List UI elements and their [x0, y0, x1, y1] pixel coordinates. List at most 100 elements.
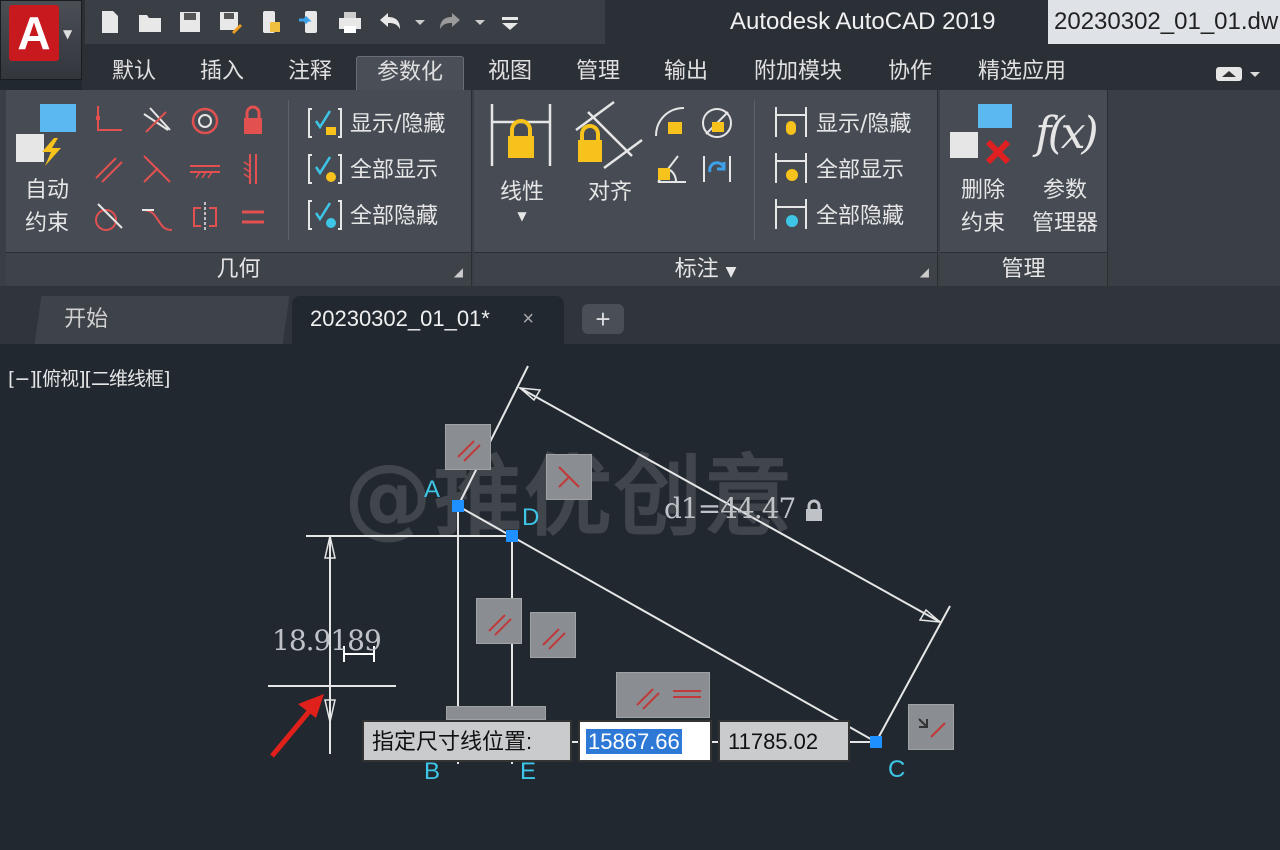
geometry-panel-title: 几何 ◢ — [6, 252, 471, 286]
tab-view[interactable]: 视图 — [472, 56, 548, 90]
tab-featured-apps[interactable]: 精选应用 — [960, 56, 1084, 90]
tab-collaborate[interactable]: 协作 — [872, 56, 948, 90]
close-icon[interactable]: × — [504, 296, 534, 342]
parallel-glyph[interactable] — [476, 598, 522, 644]
tab-parametric[interactable]: 参数化 — [356, 56, 464, 90]
tab-annotate[interactable]: 注释 — [270, 56, 350, 90]
grip-a — [452, 500, 464, 512]
collinear-constraint-icon[interactable] — [140, 104, 174, 138]
parallel-glyph[interactable] — [445, 424, 491, 470]
save-web-icon[interactable] — [293, 5, 327, 39]
tab-output[interactable]: 输出 — [646, 56, 726, 90]
app-title: Autodesk AutoCAD 2019 — [730, 8, 996, 35]
parallel-glyph[interactable] — [530, 612, 576, 658]
new-icon[interactable] — [93, 5, 127, 39]
file-title: 20230302_01_01.dw — [1048, 0, 1280, 44]
redo-dropdown-icon[interactable] — [473, 5, 487, 39]
save-as-icon[interactable] — [213, 5, 247, 39]
geometry-hide-all-button[interactable]: 全部隐藏 — [306, 194, 438, 234]
delete-constraints-icon — [948, 102, 1018, 170]
perpendicular-glyph[interactable] — [546, 454, 592, 500]
aligned-label: 对齐 — [587, 180, 632, 205]
ribbon-options-icon[interactable] — [1214, 64, 1270, 84]
drawing-geometry — [268, 365, 951, 764]
aligned-dimension-icon — [574, 100, 644, 170]
save-icon[interactable] — [173, 5, 207, 39]
plot-icon[interactable] — [333, 5, 367, 39]
customize-icon[interactable] — [493, 5, 527, 39]
open-web-icon[interactable] — [253, 5, 287, 39]
dialog-launcher-icon[interactable]: ◢ — [920, 255, 929, 289]
perpendicular-glyph[interactable] — [908, 704, 954, 750]
symmetric-constraint-icon[interactable] — [188, 200, 222, 234]
tab-drawing-file[interactable]: 20230302_01_01* × — [292, 296, 564, 344]
dimension-panel-title[interactable]: 标注 ▼ ◢ — [474, 252, 937, 286]
point-label-a: A — [424, 476, 441, 503]
convert-constraint-icon[interactable] — [700, 152, 734, 186]
angular-constraint-icon[interactable] — [654, 152, 688, 186]
panel-manage: 删除 约束 f(x) 参数 管理器 管理 — [940, 90, 1108, 286]
chevron-down-icon: ▼ — [63, 27, 73, 41]
aligned-dimension-button[interactable]: 对齐 — [572, 176, 648, 209]
parameters-manager-button[interactable]: 参数 管理器 — [1024, 174, 1106, 240]
tab-start[interactable]: 开始 — [34, 296, 290, 344]
tangent-constraint-icon[interactable] — [92, 200, 126, 234]
dimension-show-hide-button[interactable]: 显示/隐藏 — [772, 102, 911, 142]
linear-dimension-button[interactable]: 线性 ▼ — [486, 176, 558, 223]
tab-insert[interactable]: 插入 — [182, 56, 262, 90]
geometry-show-all-button[interactable]: 全部显示 — [306, 148, 438, 188]
document-tabs: 开始 20230302_01_01* × + — [0, 286, 1280, 344]
tab-manage[interactable]: 管理 — [558, 56, 638, 90]
point-label-c: C — [888, 756, 906, 783]
dimension-show-hide-label: 显示/隐藏 — [816, 112, 912, 137]
linear-label: 线性 — [499, 180, 544, 205]
param-label-2: 管理器 — [1031, 211, 1098, 236]
dynamic-input-value-2[interactable]: 11785.02 — [718, 720, 850, 762]
undo-dropdown-icon[interactable] — [413, 5, 427, 39]
smooth-constraint-icon[interactable] — [140, 200, 174, 234]
open-icon[interactable] — [133, 5, 167, 39]
point-label-b: B — [424, 758, 441, 785]
horizontal-constraint-icon[interactable] — [188, 152, 222, 186]
chevron-down-icon: ▼ — [725, 264, 737, 280]
value-1-text: 15867.66 — [586, 729, 682, 754]
delete-constraints-button[interactable]: 删除 约束 — [946, 174, 1020, 240]
show-all-dimension-icon — [775, 153, 807, 183]
delete-label-1: 删除 — [960, 178, 1005, 203]
dimension-show-all-label: 全部显示 — [816, 158, 905, 183]
parallel-horizontal-glyph[interactable] — [616, 672, 710, 718]
new-tab-button[interactable]: + — [582, 304, 624, 334]
grip-d — [506, 530, 518, 542]
vertical-constraint-icon[interactable] — [236, 152, 270, 186]
param-label-1: 参数 — [1042, 178, 1087, 203]
dimension-show-all-button[interactable]: 全部显示 — [772, 148, 904, 188]
tab-addins[interactable]: 附加模块 — [738, 56, 858, 90]
dimension-hide-all-button[interactable]: 全部隐藏 — [772, 194, 904, 234]
coincident-constraint-icon[interactable] — [92, 104, 126, 138]
equal-constraint-icon[interactable] — [236, 200, 270, 234]
fix-constraint-icon[interactable] — [236, 104, 270, 138]
function-icon: f(x) — [1035, 108, 1098, 159]
redo-icon[interactable] — [433, 5, 467, 39]
geometry-show-hide-button[interactable]: 显示/隐藏 — [306, 102, 445, 142]
hide-all-dimension-icon — [775, 199, 807, 229]
auto-constrain-button[interactable]: 自动 约束 — [12, 174, 82, 240]
auto-constrain-label-1: 自动 — [24, 178, 69, 203]
application-menu-button[interactable]: A ▼ — [0, 0, 82, 80]
diameter-constraint-icon[interactable] — [700, 106, 734, 140]
show-hide-constraint-icon — [308, 108, 342, 138]
tab-start-label: 开始 — [64, 306, 109, 331]
drawing-canvas[interactable]: [−][俯视][二维线框] @推优创意 — [0, 344, 1280, 850]
perpendicular-constraint-icon[interactable] — [140, 152, 174, 186]
radius-constraint-icon[interactable] — [654, 106, 688, 140]
dynamic-input-value-1[interactable]: 15867.66 — [578, 720, 712, 762]
parallel-constraint-icon[interactable] — [92, 152, 126, 186]
dialog-launcher-icon[interactable]: ◢ — [454, 255, 463, 289]
tab-default[interactable]: 默认 — [94, 56, 174, 90]
undo-icon[interactable] — [373, 5, 407, 39]
concentric-constraint-icon[interactable] — [188, 104, 222, 138]
title-bar: Autodesk AutoCAD 2019 20230302_01_01.dw — [0, 0, 1280, 52]
aligned-dimension-text[interactable]: d1=44.47 — [664, 492, 825, 525]
manage-panel-label: 管理 — [1001, 257, 1046, 282]
hide-all-constraint-icon — [308, 200, 342, 230]
